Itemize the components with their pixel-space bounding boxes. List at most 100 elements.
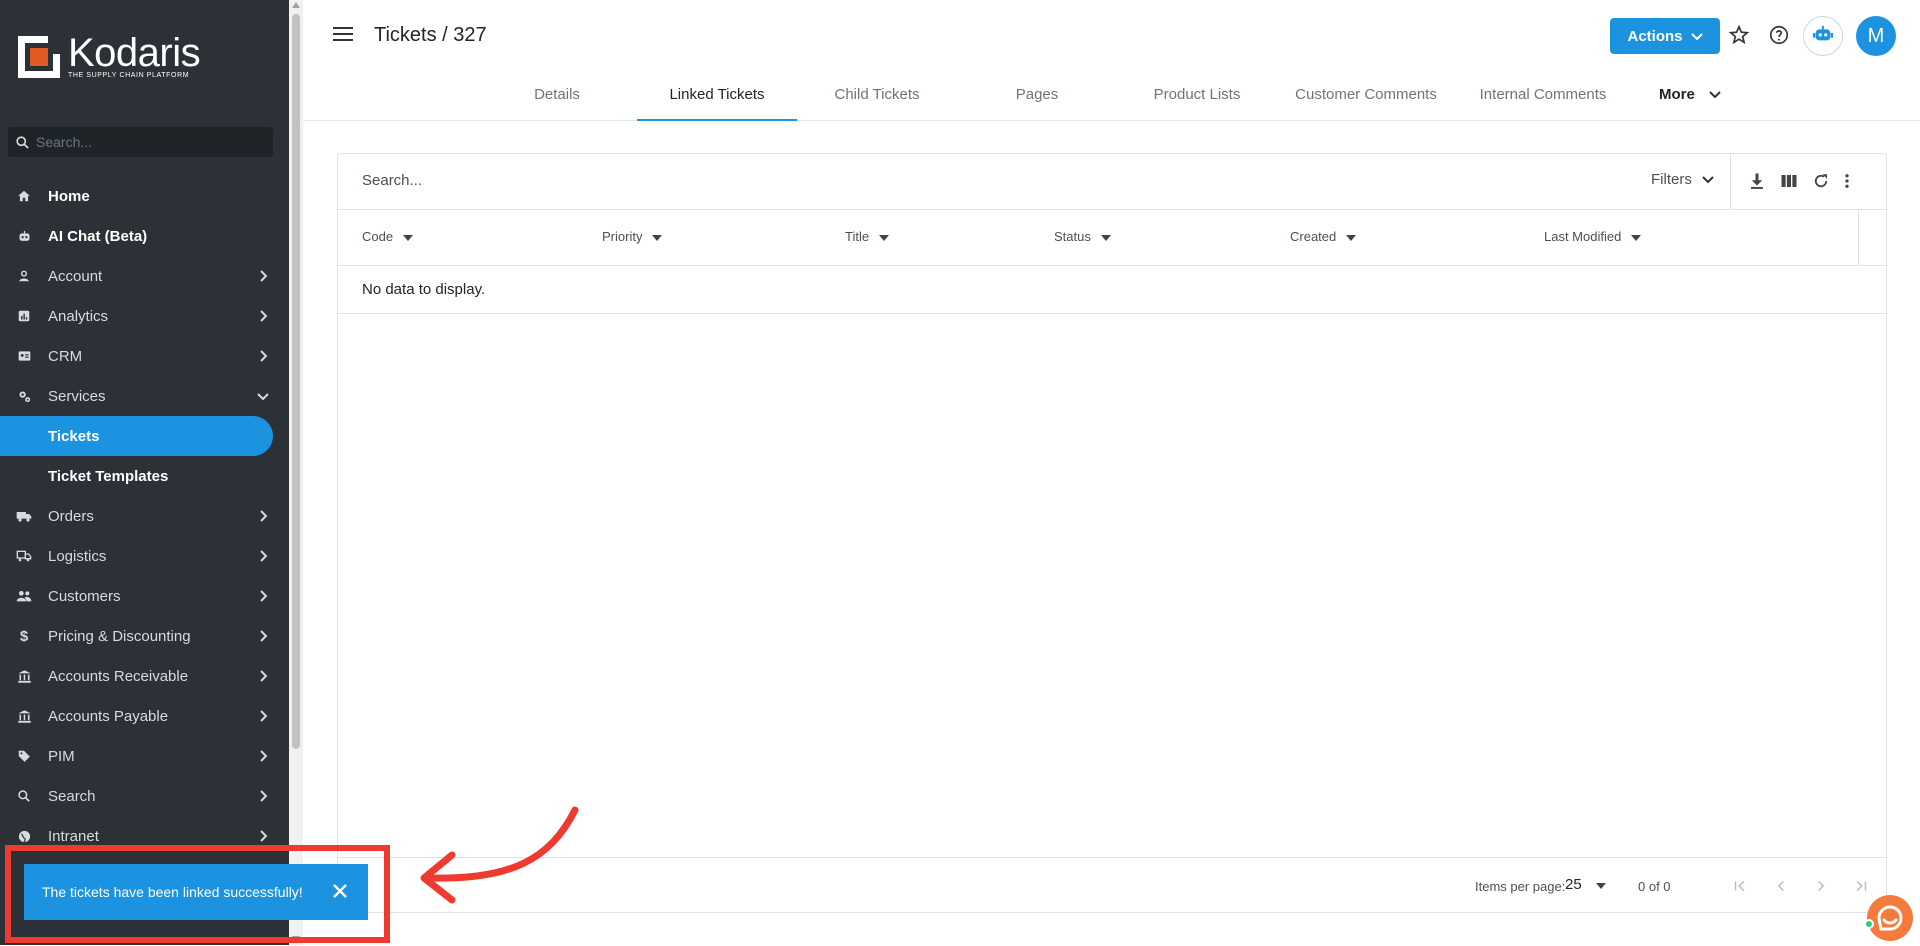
column-header-last-modified[interactable]: Last Modified (1544, 229, 1642, 244)
scroll-up-arrow-icon[interactable] (292, 2, 300, 8)
column-label: Title (845, 229, 870, 244)
sidebar-item-label: PIM (48, 747, 75, 765)
sidebar-item-accounts-payable[interactable]: Accounts Payable (0, 696, 289, 736)
close-icon[interactable] (332, 883, 348, 902)
column-header-created[interactable]: Created (1290, 229, 1357, 244)
chevron-right-icon (259, 749, 269, 766)
sort-caret-icon (879, 229, 890, 244)
home-icon (0, 189, 48, 203)
sidebar-item-pim[interactable]: PIM (0, 736, 289, 776)
chevron-down-icon (1690, 28, 1703, 45)
sidebar-item-services[interactable]: Services (0, 376, 289, 416)
sidebar-item-logistics[interactable]: Logistics (0, 536, 289, 576)
sidebar-item-search[interactable]: Search (0, 776, 289, 816)
sidebar-item-tickets[interactable]: Tickets (0, 416, 273, 456)
online-status-dot (1864, 919, 1874, 929)
star-icon[interactable] (1728, 24, 1750, 51)
sidebar-search-input[interactable]: Search... (8, 127, 273, 157)
globe-icon (0, 829, 48, 844)
page-title: Tickets / 327 (374, 24, 487, 46)
empty-message: No data to display. (362, 281, 486, 298)
kodaris-logo[interactable]: Kodaris THE SUPPLY CHAIN PLATFORM (18, 33, 201, 79)
tab-bar: Details Linked Tickets Child Tickets Pag… (303, 78, 1920, 121)
tab-details[interactable]: Details (477, 86, 637, 121)
chevron-down-icon (257, 389, 269, 406)
sidebar-item-label: CRM (48, 347, 83, 365)
tab-pages[interactable]: Pages (957, 86, 1117, 121)
grid-search-input[interactable]: Search... (362, 172, 422, 189)
page-size-value: 25 (1565, 876, 1582, 893)
chat-icon (1877, 905, 1903, 931)
filters-button[interactable]: Filters (1651, 171, 1714, 188)
scrollbar-thumb[interactable] (292, 14, 300, 749)
help-icon[interactable] (1768, 24, 1790, 51)
sort-caret-icon (1100, 229, 1111, 244)
services-icon (0, 389, 48, 404)
chevron-down-icon (1702, 171, 1714, 188)
sidebar-item-pricing[interactable]: $ Pricing & Discounting (0, 616, 289, 656)
sort-caret-icon (652, 229, 663, 244)
toast-message: The tickets have been linked successfull… (42, 884, 303, 900)
items-per-page-label: Items per page: (1475, 879, 1566, 894)
sidebar-item-label: Tickets (48, 427, 100, 445)
menu-icon[interactable] (333, 26, 353, 47)
user-avatar[interactable]: M (1856, 16, 1896, 56)
search-icon (0, 789, 48, 803)
page-size-select[interactable]: 25 (1565, 876, 1606, 893)
tab-product-lists[interactable]: Product Lists (1117, 86, 1277, 121)
chevron-down-icon (1709, 86, 1721, 103)
sidebar-item-label: Home (48, 187, 90, 205)
sidebar-item-account[interactable]: Account (0, 256, 289, 296)
sidebar-item-ticket-templates[interactable]: Ticket Templates (0, 456, 289, 496)
tab-customer-comments[interactable]: Customer Comments (1286, 86, 1446, 121)
account-icon (0, 269, 48, 283)
tab-more[interactable]: More (1659, 86, 1721, 121)
next-page-icon[interactable] (1812, 877, 1830, 900)
refresh-icon[interactable] (1812, 172, 1830, 195)
columns-icon[interactable] (1780, 172, 1798, 195)
chevron-right-icon (259, 509, 269, 526)
customers-icon (0, 589, 48, 603)
chevron-right-icon (259, 709, 269, 726)
download-icon[interactable] (1748, 172, 1766, 195)
sidebar-item-home[interactable]: Home (0, 176, 289, 216)
previous-page-icon[interactable] (1772, 877, 1790, 900)
tab-more-label: More (1659, 86, 1695, 103)
sidebar-item-crm[interactable]: CRM (0, 336, 289, 376)
dollar-icon: $ (19, 627, 29, 645)
more-vertical-icon[interactable] (1842, 172, 1852, 195)
sidebar-item-label: AI Chat (Beta) (48, 227, 148, 245)
column-label: Last Modified (1544, 229, 1622, 244)
tab-internal-comments[interactable]: Internal Comments (1463, 86, 1623, 121)
sidebar-scrollbar[interactable] (289, 0, 303, 945)
sort-caret-icon (1631, 229, 1642, 244)
column-header-title[interactable]: Title (845, 229, 890, 244)
actions-button[interactable]: Actions (1610, 18, 1720, 54)
ai-assistant-button[interactable] (1803, 16, 1843, 56)
sidebar-item-analytics[interactable]: Analytics (0, 296, 289, 336)
sidebar-item-label: Pricing & Discounting (48, 627, 191, 645)
sidebar-item-orders[interactable]: Orders (0, 496, 289, 536)
chevron-right-icon (259, 589, 269, 606)
sidebar-item-customers[interactable]: Customers (0, 576, 289, 616)
sidebar-item-accounts-receivable[interactable]: Accounts Receivable (0, 656, 289, 696)
sidebar-item-label: Ticket Templates (48, 467, 169, 485)
robot-icon (1812, 23, 1834, 50)
top-bar: Tickets / 327 Actions M (303, 0, 1920, 72)
sidebar-item-ai-chat[interactable]: AI Chat (Beta) (0, 216, 289, 256)
chevron-right-icon (259, 549, 269, 566)
chevron-right-icon (259, 629, 269, 646)
tab-linked-tickets[interactable]: Linked Tickets (637, 86, 797, 121)
tab-child-tickets[interactable]: Child Tickets (797, 86, 957, 121)
actions-label: Actions (1627, 27, 1683, 45)
column-header-status[interactable]: Status (1054, 229, 1111, 244)
kodaris-logo-mark-icon (18, 35, 60, 78)
first-page-icon[interactable] (1731, 877, 1749, 900)
sidebar-item-label: Accounts Receivable (48, 667, 189, 685)
column-label: Created (1290, 229, 1337, 244)
tag-icon (0, 749, 48, 763)
support-chat-button[interactable] (1867, 895, 1913, 941)
sidebar-item-label: Intranet (48, 827, 99, 845)
column-header-priority[interactable]: Priority (602, 229, 663, 244)
column-header-code[interactable]: Code (362, 229, 414, 244)
